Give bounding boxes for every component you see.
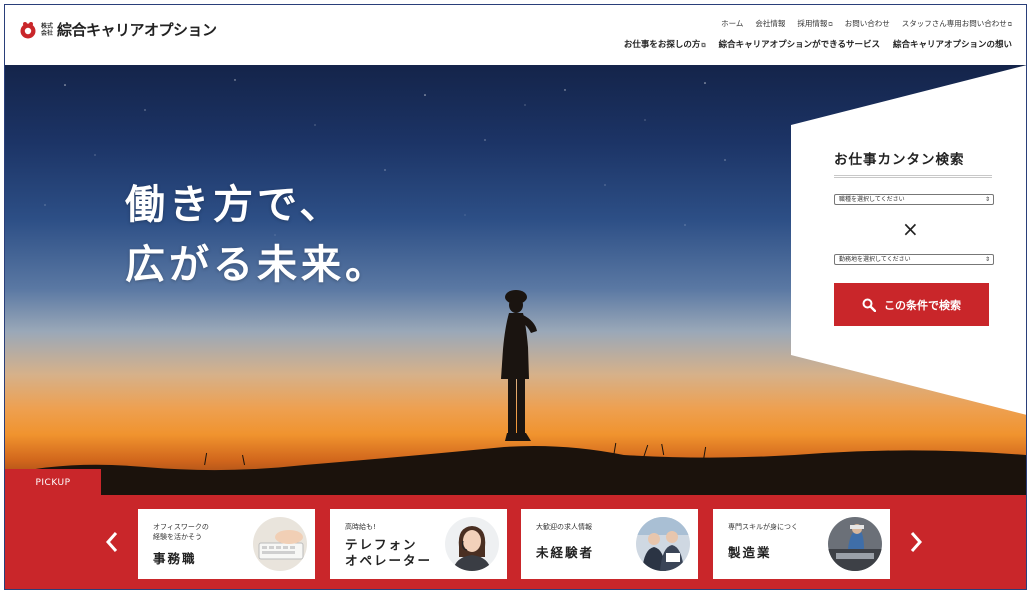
main-nav: お仕事をお探しの方⧉ 綜合キャリアオプションができるサービス 綜合キャリアオプシ… (624, 38, 1012, 50)
work-location-select[interactable]: 勤務地を選択してください ⇕ (834, 254, 994, 265)
pickup-card-operator[interactable]: 高時給も! テレフォン オペレーター (330, 509, 507, 579)
main-nav-services[interactable]: 綜合キャリアオプションができるサービス (719, 38, 880, 50)
hill-silhouette (5, 442, 1026, 495)
site-header: 株式 会社 綜合キャリアオプション ホーム 会社情報 採用情報⧉ お問い合わせ … (5, 5, 1026, 65)
main-nav-philosophy[interactable]: 綜合キャリアオプションの想い (893, 38, 1012, 50)
select-arrows-icon: ⇕ (984, 256, 990, 263)
hero-tagline-line2: 広がる未来。 (125, 242, 389, 288)
external-link-icon: ⧉ (1007, 21, 1012, 28)
util-nav-label: ホーム (721, 19, 744, 28)
external-link-icon: ⧉ (828, 21, 833, 28)
factory-photo (828, 517, 882, 571)
main-nav-label: 綜合キャリアオプションの想い (892, 40, 1012, 50)
select-arrows-icon: ⇕ (984, 196, 990, 203)
hero-tagline: 働き方で、 広がる未来。 (125, 175, 389, 295)
operator-photo (445, 517, 499, 571)
card-subtitle: オフィスワークの 経験を活かそう (153, 523, 209, 541)
card-subtitle: 大歓迎の求人情報 (536, 523, 592, 531)
job-type-select-value: 職種を選択してください (839, 196, 905, 203)
team-photo (636, 517, 690, 571)
util-nav-staff-contact[interactable]: スタッフさん専用お問い合わせ⧉ (902, 18, 1012, 29)
pickup-card-office[interactable]: オフィスワークの 経験を活かそう 事務職 (138, 509, 315, 579)
hero-tagline-line1: 働き方で、 (125, 182, 344, 228)
card-title: テレフォン オペレーター (345, 537, 433, 568)
util-nav-home[interactable]: ホーム (721, 18, 743, 29)
chevron-left-icon[interactable] (105, 530, 119, 560)
job-type-select[interactable]: 職種を選択してください ⇕ (834, 194, 994, 205)
pickup-tab: PICKUP (5, 469, 101, 497)
util-nav-label: スタッフさん専用お問い合わせ (901, 19, 1007, 28)
main-nav-label: 綜合キャリアオプションができるサービス (718, 40, 880, 50)
card-title: 未経験者 (536, 545, 595, 560)
search-button-label: この条件で検索 (884, 298, 961, 312)
search-icon (862, 298, 876, 312)
brand-name: 綜合キャリアオプション (57, 21, 217, 39)
page-frame: 株式 会社 綜合キャリアオプション ホーム 会社情報 採用情報⧉ お問い合わせ … (4, 4, 1027, 590)
chevron-right-icon[interactable] (909, 530, 923, 560)
util-nav-label: お問い合わせ (844, 19, 890, 28)
main-nav-label: お仕事をお探しの方 (623, 40, 701, 50)
pickup-card-inexperienced[interactable]: 大歓迎の求人情報 未経験者 (521, 509, 698, 579)
work-location-select-value: 勤務地を選択してください (839, 256, 911, 263)
card-subtitle: 専門スキルが身につく (728, 523, 798, 531)
util-nav-label: 会社情報 (755, 19, 786, 28)
keyboard-photo (253, 517, 307, 571)
util-nav-company[interactable]: 会社情報 (755, 18, 785, 29)
logo-kabushiki-top: 株式 (41, 22, 54, 30)
logo-kabushiki: 株式 会社 (41, 23, 53, 37)
pickup-card-manufacturing[interactable]: 専門スキルが身につく 製造業 (713, 509, 890, 579)
main-nav-job-seekers[interactable]: お仕事をお探しの方⧉ (624, 38, 706, 50)
card-title: 事務職 (153, 551, 197, 566)
util-nav-label: 採用情報 (797, 19, 828, 28)
logo-mark-icon (19, 21, 37, 39)
external-link-icon: ⧉ (701, 42, 706, 49)
times-icon: × (902, 217, 919, 241)
search-panel-title: お仕事カンタン検索 (834, 148, 992, 178)
card-subtitle: 高時給も! (345, 523, 376, 531)
card-title: 製造業 (728, 545, 772, 560)
utility-nav: ホーム 会社情報 採用情報⧉ お問い合わせ スタッフさん専用お問い合わせ⧉ (721, 18, 1012, 29)
logo-kabushiki-bottom: 会社 (41, 29, 54, 37)
silhouette-person (501, 290, 537, 441)
util-nav-contact[interactable]: お問い合わせ (845, 18, 890, 29)
search-submit-button[interactable]: この条件で検索 (834, 283, 989, 326)
util-nav-recruit[interactable]: 採用情報⧉ (797, 18, 832, 29)
brand-logo[interactable]: 株式 会社 綜合キャリアオプション (19, 19, 217, 40)
